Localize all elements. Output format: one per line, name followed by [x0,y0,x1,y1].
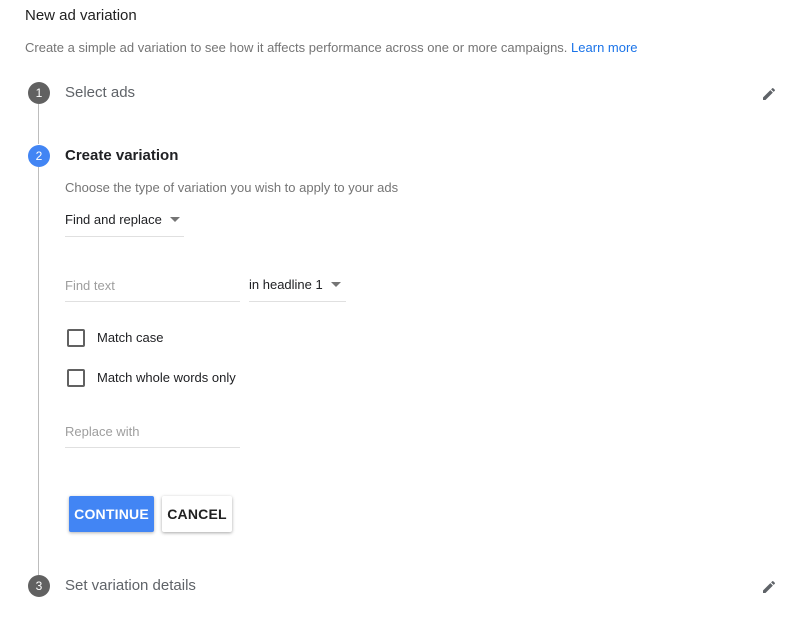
intro-text: Create a simple ad variation to see how … [25,40,638,55]
variation-type-value: Find and replace [65,212,162,227]
step-connector-2-3 [38,167,39,575]
match-whole-words-checkbox[interactable] [67,369,85,387]
match-whole-words-option[interactable]: Match whole words only [67,368,247,388]
cancel-button[interactable]: CANCEL [162,496,232,532]
step-3-title[interactable]: Set variation details [65,577,196,594]
variation-type-dropdown[interactable]: Find and replace [65,211,184,237]
step-1-edit-icon[interactable] [761,86,777,102]
chevron-down-icon [169,217,180,223]
step-3-number: 3 [28,575,50,597]
step-1-number: 1 [28,82,50,104]
match-whole-words-label: Match whole words only [97,370,236,385]
match-case-checkbox[interactable] [67,329,85,347]
find-text-input[interactable] [65,276,240,294]
chevron-down-icon [330,282,341,288]
intro-description: Create a simple ad variation to see how … [25,40,568,55]
replace-with-input[interactable] [65,422,240,440]
page-title: New ad variation [25,7,137,24]
replace-with-field[interactable] [65,422,240,448]
find-target-dropdown[interactable]: in headline 1 [249,276,346,302]
step-2-title: Create variation [65,147,179,164]
find-target-value: in headline 1 [249,277,323,292]
learn-more-link[interactable]: Learn more [571,40,637,55]
find-text-field[interactable] [65,276,240,302]
step-connector-1-2 [38,104,39,144]
match-case-label: Match case [97,330,164,345]
continue-button[interactable]: CONTINUE [69,496,154,532]
step-3-edit-icon[interactable] [761,579,777,595]
match-case-option[interactable]: Match case [67,328,187,348]
variation-hint: Choose the type of variation you wish to… [65,180,399,195]
step-1-title[interactable]: Select ads [65,84,135,101]
step-2-number: 2 [28,145,50,167]
